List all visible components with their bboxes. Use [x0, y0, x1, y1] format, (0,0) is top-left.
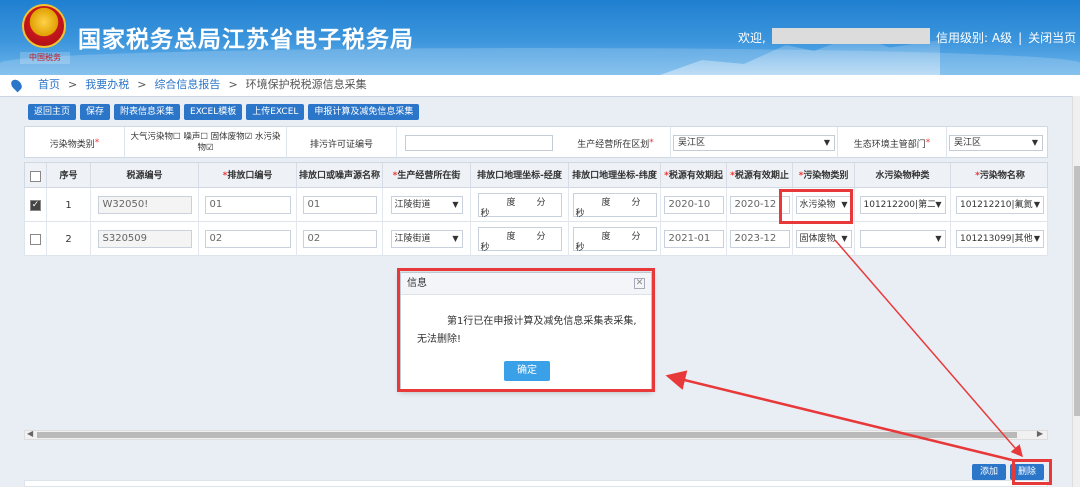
water-kind-select[interactable]: ▼ [859, 230, 946, 248]
table-row: 2 S320509 02 02 江陵街道 ▼ 度分秒 度分秒 2021-01 20… [24, 222, 1048, 256]
outlet-no-field[interactable]: 01 [204, 196, 291, 214]
crumb-current: 环境保护税税源信息采集 [245, 78, 367, 91]
save-button[interactable]: 保存 [80, 104, 111, 120]
chevron-down-icon: ▼ [1031, 138, 1038, 147]
col-end: * 税源有效期止 [727, 163, 793, 189]
highlight-delete [1012, 459, 1052, 485]
chevron-down-icon: ▼ [935, 231, 942, 247]
chevron-down-icon: ▼ [452, 231, 459, 247]
chevron-down-icon: ▼ [452, 197, 459, 213]
footer-strip [24, 480, 1048, 487]
longitude-field[interactable]: 度分秒 [477, 227, 562, 253]
table-row: ✓ 1 W32050! 01 01 江陵街道 ▼ 度分秒 度分秒 2020-10 … [24, 188, 1048, 222]
crumb-report[interactable]: 综合信息报告 [154, 78, 220, 91]
crumb-home[interactable]: 首页 [38, 78, 60, 91]
col-outlet-no: * 排放口编号 [199, 163, 297, 189]
tax-emblem-icon [22, 4, 66, 48]
pollutant-name-select[interactable]: 101212210|氟氮 ▼ [956, 196, 1044, 214]
pollutant-name-select[interactable]: 101213099|其他 ▼ [956, 230, 1044, 248]
col-no: 序号 [47, 163, 91, 189]
col-start: * 税源有效期起 [661, 163, 727, 189]
col-pollutant-name: * 污染物名称 [975, 170, 1025, 181]
col-latitude: 排放口地理坐标-纬度 [569, 163, 661, 189]
separator: | [1018, 31, 1023, 45]
end-date-field[interactable]: 2023-12 [729, 230, 790, 248]
district-select[interactable]: 吴江区 ▼ [673, 135, 835, 151]
masked-username [772, 28, 930, 44]
scroll-left-arrow-icon[interactable]: ◀ [27, 429, 33, 438]
filter-bar: 污染物类别 * 大气污染物☐ 噪声☐ 固体废物☑ 水污染物☑ 排污许可证编号 生产… [24, 126, 1048, 159]
outlet-name-field[interactable]: 01 [302, 196, 377, 214]
outlet-name-field[interactable]: 02 [302, 230, 377, 248]
welcome-text: 欢迎, [738, 31, 766, 45]
col-pollutant-type: * 污染物类别 [793, 163, 855, 189]
outlet-no-field[interactable]: 02 [204, 230, 291, 248]
vertical-scrollbar[interactable] [1072, 96, 1080, 487]
toolbar: 返回主页 保存 附表信息采集 EXCEL模板 上传EXCEL 申报计算及减免信息… [28, 104, 420, 120]
street-select[interactable]: 江陵街道 ▼ [390, 230, 463, 248]
horizontal-scrollbar[interactable]: ◀ ▶ [24, 429, 1048, 440]
crumb-sep: > [68, 78, 78, 91]
site-title: 国家税务总局江苏省电子税务局 [78, 27, 414, 53]
row-checkbox[interactable] [30, 233, 41, 245]
crumb-sep: > [137, 78, 147, 91]
chevron-down-icon: ▼ [841, 231, 848, 247]
header-links: 信用级别: A级 | 关闭当页 [936, 29, 1076, 46]
permit-input[interactable] [405, 135, 553, 151]
select-all-checkbox[interactable] [30, 170, 41, 182]
excel-template-button[interactable]: EXCEL模板 [184, 104, 243, 120]
pollutant-type-label: 污染物类别 * [25, 127, 125, 159]
chevron-down-icon: ▼ [1033, 231, 1040, 247]
upload-excel-button[interactable]: 上传EXCEL [246, 104, 305, 120]
breadcrumb: 首页 > 我要办税 > 综合信息报告 > 环境保护税税源信息采集 [0, 76, 1080, 94]
close-page-link[interactable]: 关闭当页 [1028, 31, 1076, 45]
pollutant-type-select[interactable]: 固体废物 ▼ [795, 230, 852, 248]
location-pin-icon [9, 77, 24, 93]
crumb-sep: > [228, 78, 238, 91]
declare-calc-button[interactable]: 申报计算及减免信息采集 [308, 104, 420, 120]
col-source-id: 税源编号 [91, 163, 199, 189]
row-no: 2 [47, 222, 91, 256]
pollutant-checkboxes[interactable]: 大气污染物☐ 噪声☐ 固体废物☑ 水污染物☑ [125, 127, 287, 159]
district-label: 生产经营所在区划 * [561, 127, 671, 159]
row-checkbox[interactable]: ✓ [30, 199, 41, 211]
chevron-down-icon: ▼ [823, 138, 830, 147]
highlight-dialog [397, 268, 655, 392]
credit-level: 信用级别: A级 [936, 31, 1013, 45]
latitude-field[interactable]: 度分秒 [572, 193, 657, 219]
chevron-down-icon: ▼ [935, 197, 942, 213]
emblem-caption: 中国税务 [20, 52, 70, 64]
source-id-field[interactable]: S320509 [97, 230, 192, 248]
attachment-collect-button[interactable]: 附表信息采集 [114, 104, 181, 120]
start-date-field[interactable]: 2021-01 [663, 230, 724, 248]
source-id-field[interactable]: W32050! [97, 196, 192, 214]
row-no: 1 [47, 188, 91, 222]
hscroll-thumb[interactable] [37, 432, 1017, 438]
authority-label: 生态环境主管部门 * [837, 127, 947, 159]
highlight-pollutant-type [779, 189, 853, 224]
site-header: 中国税务 国家税务总局江苏省电子税务局 欢迎, 信用级别: A级 | 关闭当页 [0, 0, 1080, 75]
col-outlet-name: 排放口或噪声源名称 [297, 163, 383, 189]
add-row-button[interactable]: 添加 [972, 464, 1007, 480]
col-water-kind: 水污染物种类 [855, 163, 951, 189]
col-longitude: 排放口地理坐标-经度 [471, 163, 569, 189]
col-street: * 生产经营所在街 [383, 163, 471, 189]
scroll-right-arrow-icon[interactable]: ▶ [1037, 429, 1043, 438]
back-home-button[interactable]: 返回主页 [28, 104, 77, 120]
chevron-down-icon: ▼ [1033, 197, 1040, 213]
authority-select[interactable]: 吴江区 ▼ [949, 135, 1043, 151]
street-select[interactable]: 江陵街道 ▼ [390, 196, 463, 214]
longitude-field[interactable]: 度分秒 [477, 193, 562, 219]
crumb-tax[interactable]: 我要办税 [85, 78, 129, 91]
water-kind-select[interactable]: 101212200|第二 ▼ [859, 196, 946, 214]
permit-label: 排污许可证编号 [287, 127, 397, 159]
start-date-field[interactable]: 2020-10 [663, 196, 724, 214]
scroll-thumb[interactable] [1074, 166, 1080, 416]
select-all-cell[interactable] [25, 163, 47, 189]
grid-header: 序号 税源编号 * 排放口编号 排放口或噪声源名称 * 生产经营所在街 排放口地理坐… [24, 162, 1048, 189]
latitude-field[interactable]: 度分秒 [572, 227, 657, 253]
